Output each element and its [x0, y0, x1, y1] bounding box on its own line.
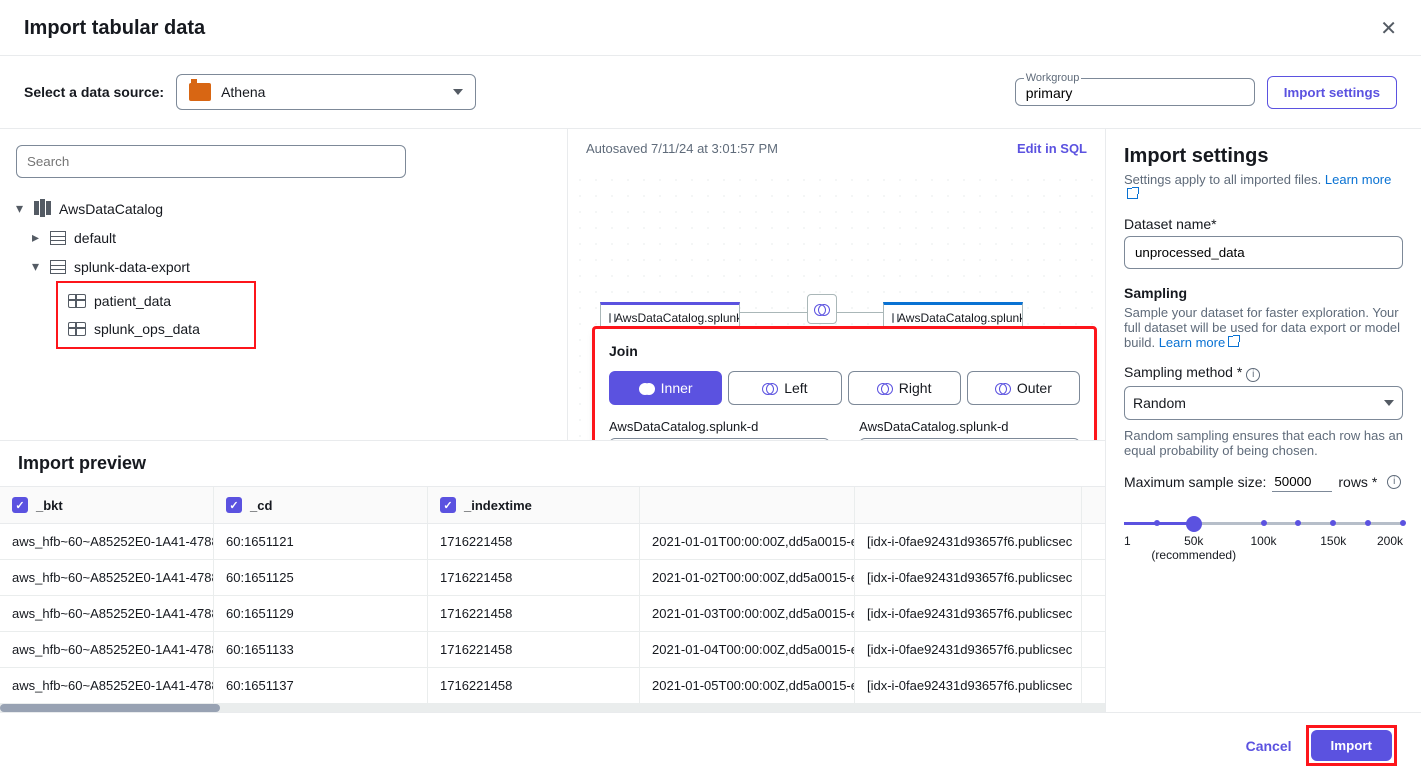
database-default[interactable]: ▸ default: [16, 223, 551, 252]
column-header-bkt[interactable]: ✓_bkt: [0, 487, 214, 523]
learn-more-link[interactable]: Learn more: [1159, 335, 1239, 350]
join-type-outer[interactable]: Outer: [967, 371, 1080, 405]
table-icon: [68, 294, 86, 308]
chevron-down-icon: [453, 89, 463, 95]
join-inner-icon: [639, 383, 655, 393]
slider-tick-1: 1: [1124, 534, 1131, 548]
external-link-icon: [1127, 188, 1138, 199]
sampling-method-label: Sampling method *i: [1124, 364, 1403, 382]
right-key-select[interactable]: user_id: [859, 438, 1080, 440]
column-header-cd[interactable]: ✓_cd: [214, 487, 428, 523]
join-node[interactable]: [807, 294, 837, 324]
table-row[interactable]: aws_hfb~60~A85252E0-1A41-478860:16511251…: [0, 560, 1105, 596]
table-patient-data[interactable]: patient_data: [60, 287, 252, 315]
cancel-button[interactable]: Cancel: [1246, 738, 1292, 754]
import-settings-button[interactable]: Import settings: [1267, 76, 1397, 109]
checkbox-checked-icon[interactable]: ✓: [12, 497, 28, 513]
sampling-method-help: Random sampling ensures that each row ha…: [1124, 428, 1403, 458]
table-label: splunk_ops_data: [94, 321, 200, 337]
database-label: splunk-data-export: [74, 259, 190, 275]
table-label: patient_data: [94, 293, 171, 309]
preview-title: Import preview: [0, 441, 1105, 486]
table-splunk-ops-data[interactable]: splunk_ops_data: [60, 315, 252, 343]
sampling-method-select[interactable]: Random: [1124, 386, 1403, 420]
checkbox-checked-icon[interactable]: ✓: [440, 497, 456, 513]
data-source-label: Select a data source:: [24, 84, 164, 100]
left-key-select[interactable]: id: [609, 438, 830, 440]
column-header-indextime[interactable]: ✓_indextime: [428, 487, 640, 523]
left-key-source: AwsDataCatalog.splunk-d: [609, 419, 830, 434]
settings-title: Import settings: [1124, 145, 1403, 168]
import-highlight: Import: [1306, 725, 1397, 766]
page-title: Import tabular data: [24, 17, 205, 40]
sampling-heading: Sampling: [1124, 285, 1403, 301]
info-icon[interactable]: i: [1246, 368, 1260, 382]
database-splunk[interactable]: ▾ splunk-data-export: [16, 252, 551, 281]
database-label: default: [74, 230, 116, 246]
chevron-right-icon: ▸: [32, 229, 42, 246]
max-sample-label: Maximum sample size:: [1124, 474, 1266, 490]
dataset-name-input[interactable]: [1124, 236, 1403, 269]
sampling-desc: Sample your dataset for faster explorati…: [1124, 305, 1403, 350]
workgroup-field[interactable]: Workgroup: [1015, 78, 1255, 106]
workgroup-label: Workgroup: [1024, 72, 1082, 84]
chevron-down-icon: ▾: [16, 200, 26, 217]
slider-tick-200k: 200k: [1377, 534, 1403, 548]
catalog-label: AwsDataCatalog: [59, 201, 163, 217]
join-icon: [814, 304, 830, 314]
search-input[interactable]: [16, 145, 406, 178]
join-type-right[interactable]: Right: [848, 371, 961, 405]
horizontal-scrollbar[interactable]: [0, 704, 1105, 712]
table-icon: [68, 322, 86, 336]
join-config-panel: Join Inner Left Right Outer AwsDataCatal…: [594, 328, 1095, 440]
join-left-icon: [762, 383, 778, 393]
database-icon: [50, 231, 66, 245]
join-title: Join: [609, 343, 1080, 359]
workgroup-input[interactable]: [1026, 85, 1244, 101]
database-icon: [50, 260, 66, 274]
join-outer-icon: [995, 383, 1011, 393]
info-icon[interactable]: i: [1387, 475, 1401, 489]
data-source-value: Athena: [221, 84, 265, 100]
column-header-extra1[interactable]: [640, 487, 855, 523]
autosave-text: Autosaved 7/11/24 at 3:01:57 PM: [586, 141, 778, 156]
slider-tick-150k: 150k: [1320, 534, 1346, 548]
column-header-extra2[interactable]: [855, 487, 1082, 523]
external-link-icon: [1228, 336, 1239, 347]
catalog-node[interactable]: ▾ AwsDataCatalog: [16, 194, 551, 223]
table-row[interactable]: aws_hfb~60~A85252E0-1A41-478860:16511371…: [0, 668, 1105, 704]
settings-subtitle: Settings apply to all imported files. Le…: [1124, 172, 1403, 202]
chevron-down-icon: [1384, 400, 1394, 406]
connector-line: [740, 312, 807, 313]
import-button[interactable]: Import: [1311, 730, 1392, 761]
data-source-select[interactable]: Athena: [176, 74, 476, 110]
athena-icon: [189, 83, 211, 101]
table-row[interactable]: aws_hfb~60~A85252E0-1A41-478860:16511331…: [0, 632, 1105, 668]
close-icon[interactable]: ✕: [1380, 16, 1397, 41]
right-key-source: AwsDataCatalog.splunk-d: [859, 419, 1080, 434]
max-sample-input[interactable]: [1272, 472, 1332, 492]
table-row[interactable]: aws_hfb~60~A85252E0-1A41-478860:16511211…: [0, 524, 1105, 560]
rows-label: rows *: [1338, 474, 1377, 490]
join-type-left[interactable]: Left: [728, 371, 841, 405]
checkbox-checked-icon[interactable]: ✓: [226, 497, 242, 513]
catalog-icon: [34, 201, 51, 217]
table-icon: [892, 313, 893, 323]
join-type-inner[interactable]: Inner: [609, 371, 722, 405]
chevron-down-icon: ▾: [32, 258, 42, 275]
table-icon: [609, 313, 610, 323]
edit-in-sql-link[interactable]: Edit in SQL: [1017, 141, 1087, 156]
join-right-icon: [877, 383, 893, 393]
slider-tick-50k: 50k(recommended): [1151, 534, 1236, 562]
highlighted-tables: patient_data splunk_ops_data: [56, 281, 256, 349]
table-header-row: ✓_bkt ✓_cd ✓_indextime: [0, 486, 1105, 524]
table-row[interactable]: aws_hfb~60~A85252E0-1A41-478860:16511291…: [0, 596, 1105, 632]
connector-line: [837, 312, 883, 313]
dataset-name-label: Dataset name*: [1124, 216, 1403, 232]
sample-size-slider[interactable]: 1 50k(recommended) 100k 150k 200k: [1124, 510, 1403, 546]
slider-tick-100k: 100k: [1250, 534, 1276, 548]
